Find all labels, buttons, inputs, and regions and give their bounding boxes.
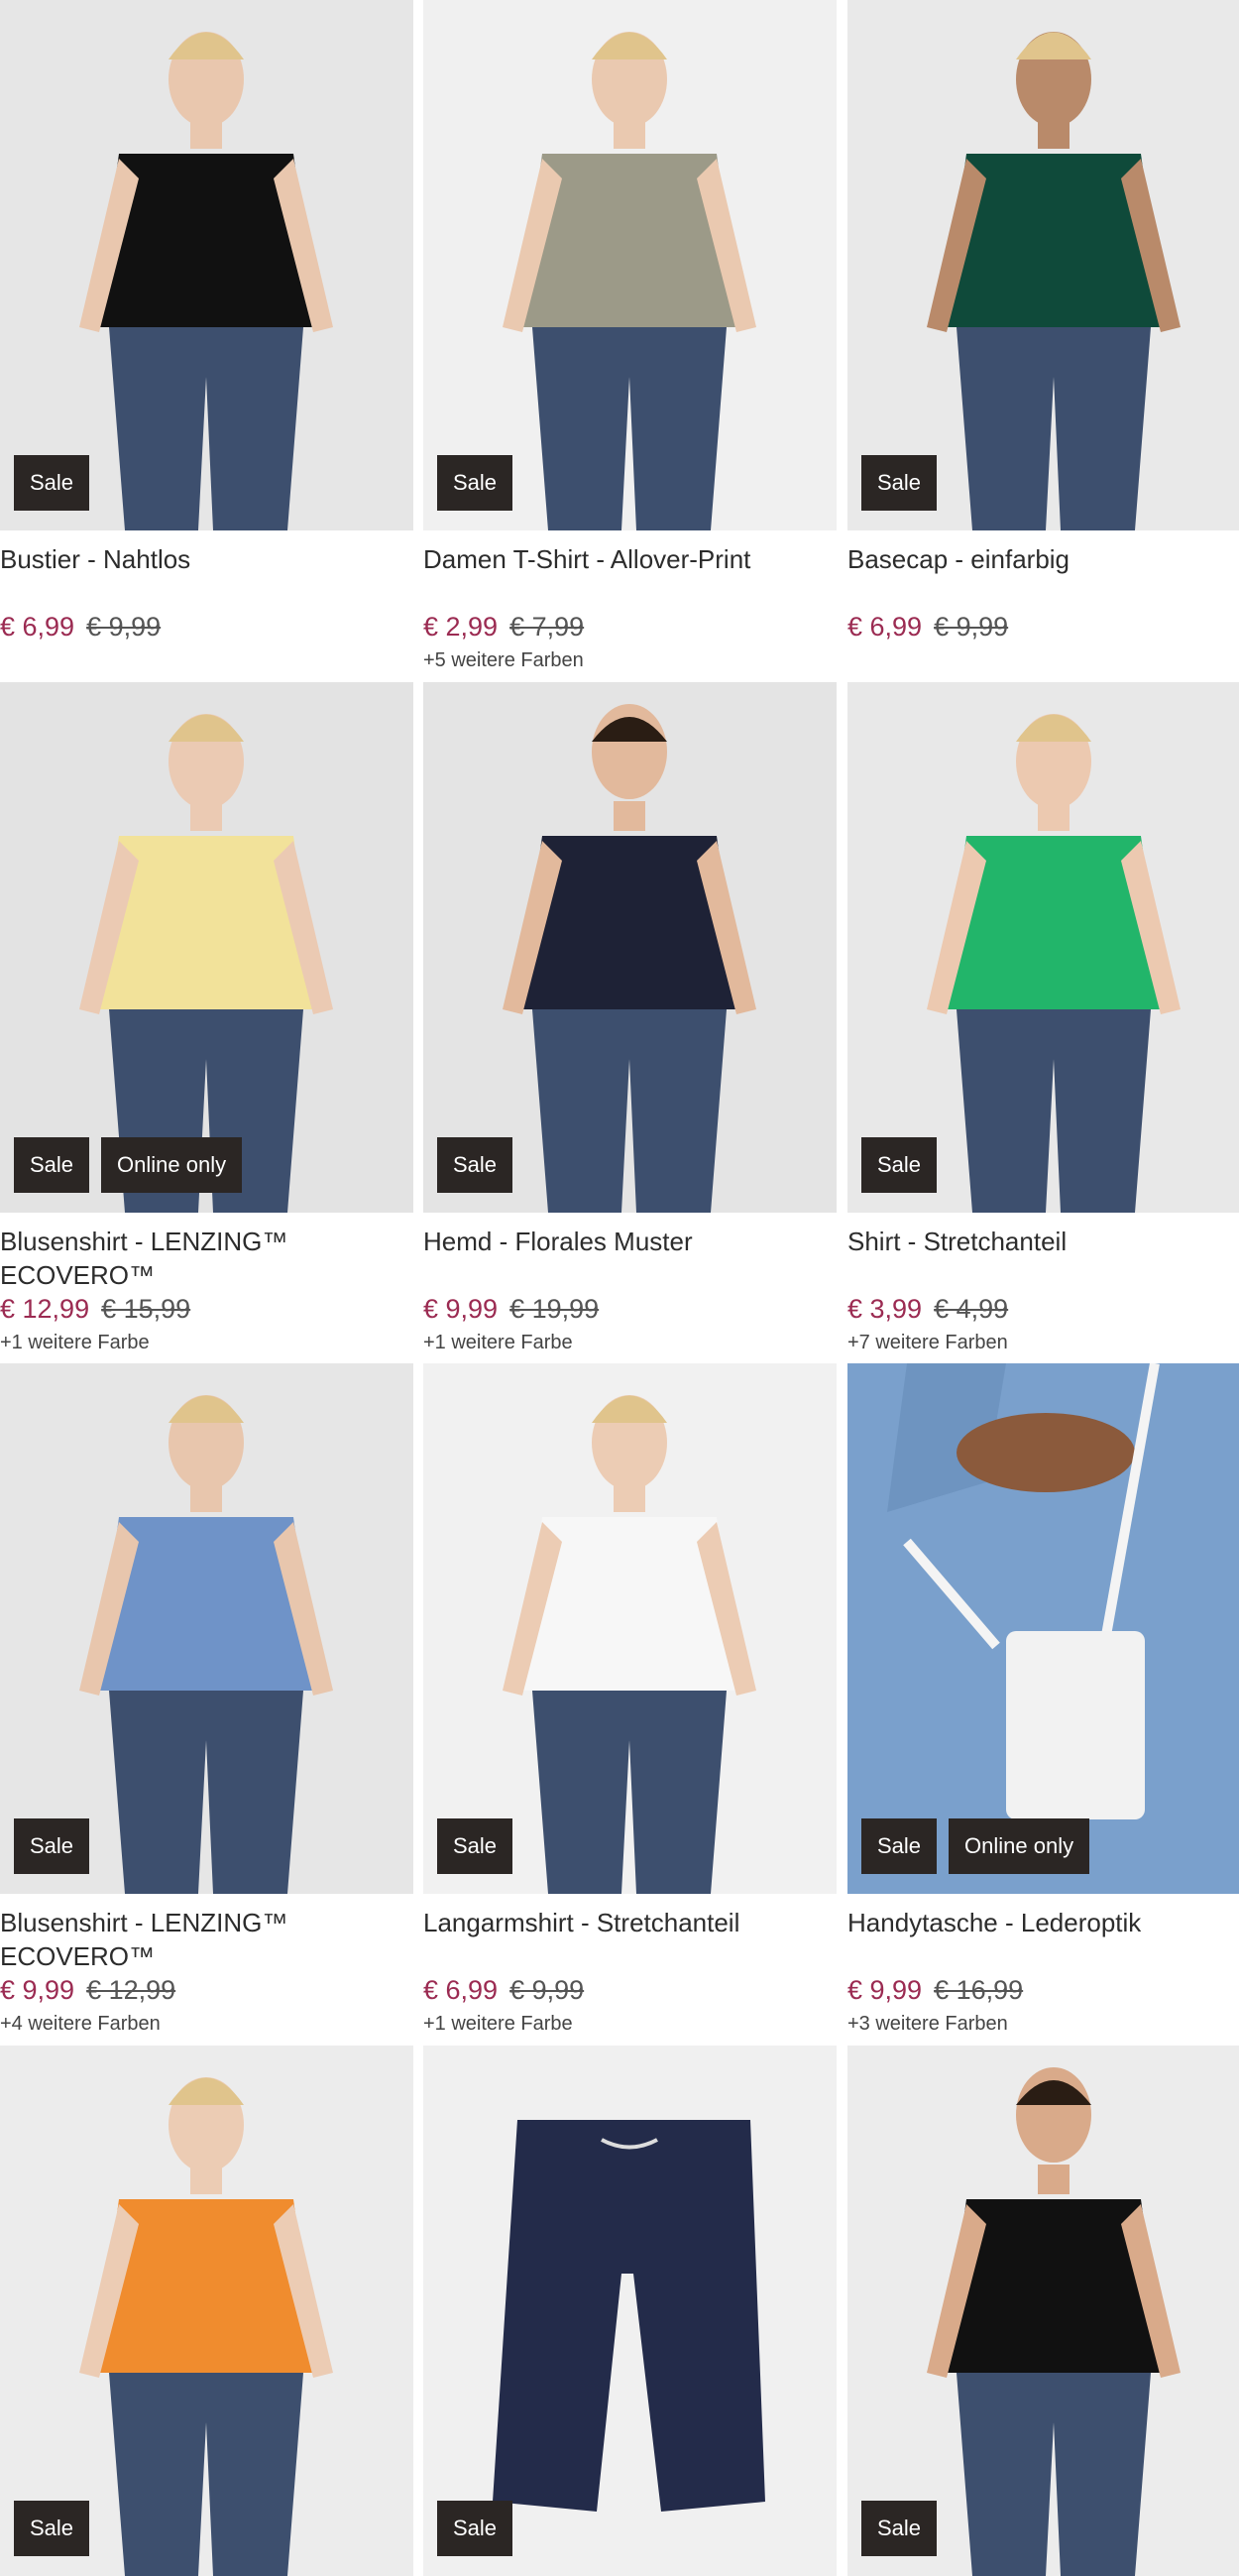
badges: Sale [14, 455, 90, 511]
product-image[interactable]: Sale [847, 2046, 1239, 2576]
price-current: € 3,99 [847, 1294, 923, 1324]
product-title[interactable]: Basecap - einfarbig [847, 542, 1239, 576]
product-prices: € 2,99 € 7,99 [423, 610, 584, 644]
product-title[interactable]: Blusenshirt - LENZING™ ECOVERO™ [0, 1225, 396, 1292]
product-image[interactable]: Sale [847, 0, 1239, 530]
product-title[interactable]: Shirt - Stretchanteil [847, 1225, 1239, 1258]
product-image[interactable]: Sale [847, 682, 1239, 1213]
product-prices: € 6,99 € 9,99 [0, 610, 161, 644]
sale-badge: Sale [437, 2501, 513, 2556]
badges: Sale [437, 455, 513, 511]
product-image[interactable]: Sale [0, 2046, 413, 2576]
product-prices: € 9,99 € 16,99 [847, 1973, 1023, 2007]
product-image[interactable]: Sale Online only [847, 1363, 1239, 1894]
badges: Sale [861, 2501, 938, 2556]
price-original: € 4,99 [934, 1294, 1009, 1324]
product-prices: € 9,99 € 12,99 [0, 1973, 175, 2007]
badges: Sale [437, 1137, 513, 1193]
product-title[interactable]: Damen T-Shirt - Allover-Print [423, 542, 820, 576]
product-prices: € 3,99 € 4,99 [847, 1292, 1008, 1326]
badges: Sale Online only [861, 1818, 1090, 1874]
sale-badge: Sale [861, 2501, 938, 2556]
badges: Sale Online only [14, 1137, 243, 1193]
sale-badge: Sale [861, 455, 938, 511]
more-colors-label[interactable]: +1 weitere Farbe [423, 1330, 573, 1355]
sale-badge: Sale [14, 455, 90, 511]
price-original: € 7,99 [509, 612, 585, 642]
price-original: € 15,99 [101, 1294, 191, 1324]
product-title[interactable]: Handytasche - Lederoptik [847, 1906, 1239, 1939]
badges: Sale [861, 455, 938, 511]
price-current: € 6,99 [0, 612, 75, 642]
product-title[interactable]: Blusenshirt - LENZING™ ECOVERO™ [0, 1906, 396, 1973]
badges: Sale [14, 2501, 90, 2556]
price-current: € 2,99 [423, 612, 499, 642]
product-prices: € 12,99 € 15,99 [0, 1292, 190, 1326]
sale-badge: Sale [437, 1137, 513, 1193]
more-colors-label[interactable]: +1 weitere Farbe [0, 1330, 150, 1355]
product-grid: Sale Bustier - Nahtlos € 6,99 € 9,99 Sale Da… [0, 0, 1239, 2576]
product-image[interactable]: Sale Online only [0, 682, 413, 1213]
more-colors-label[interactable]: +7 weitere Farben [847, 1330, 1008, 1355]
product-image[interactable]: Sale [0, 1363, 413, 1894]
product-image[interactable]: Sale [0, 0, 413, 530]
sale-badge: Sale [437, 455, 513, 511]
product-prices: € 6,99 € 9,99 [423, 1973, 584, 2007]
online-only-badge: Online only [101, 1137, 243, 1193]
price-original: € 16,99 [934, 1975, 1024, 2005]
badges: Sale [14, 1818, 90, 1874]
online-only-badge: Online only [949, 1818, 1090, 1874]
price-current: € 6,99 [423, 1975, 499, 2005]
product-title[interactable]: Hemd - Florales Muster [423, 1225, 820, 1258]
product-image[interactable]: Sale [423, 2046, 837, 2576]
sale-badge: Sale [14, 1818, 90, 1874]
more-colors-label[interactable]: +4 weitere Farben [0, 2011, 161, 2037]
price-original: € 19,99 [509, 1294, 600, 1324]
price-current: € 6,99 [847, 612, 923, 642]
badges: Sale [861, 1137, 938, 1193]
price-current: € 9,99 [0, 1975, 75, 2005]
more-colors-label[interactable]: +5 weitere Farben [423, 647, 584, 673]
product-title[interactable]: Bustier - Nahtlos [0, 542, 396, 576]
more-colors-label[interactable]: +1 weitere Farbe [423, 2011, 573, 2037]
product-image[interactable]: Sale [423, 0, 837, 530]
sale-badge: Sale [14, 1137, 90, 1193]
price-original: € 9,99 [934, 612, 1009, 642]
price-current: € 9,99 [847, 1975, 923, 2005]
price-current: € 12,99 [0, 1294, 90, 1324]
product-image[interactable]: Sale [423, 682, 837, 1213]
product-image[interactable]: Sale [423, 1363, 837, 1894]
sale-badge: Sale [437, 1818, 513, 1874]
sale-badge: Sale [14, 2501, 90, 2556]
price-current: € 9,99 [423, 1294, 499, 1324]
price-original: € 9,99 [86, 612, 162, 642]
product-prices: € 6,99 € 9,99 [847, 610, 1008, 644]
price-original: € 9,99 [509, 1975, 585, 2005]
more-colors-label[interactable]: +3 weitere Farben [847, 2011, 1008, 2037]
badges: Sale [437, 1818, 513, 1874]
product-prices: € 9,99 € 19,99 [423, 1292, 599, 1326]
badges: Sale [437, 2501, 513, 2556]
product-title[interactable]: Langarmshirt - Stretchanteil [423, 1906, 820, 1939]
sale-badge: Sale [861, 1818, 938, 1874]
sale-badge: Sale [861, 1137, 938, 1193]
price-original: € 12,99 [86, 1975, 176, 2005]
